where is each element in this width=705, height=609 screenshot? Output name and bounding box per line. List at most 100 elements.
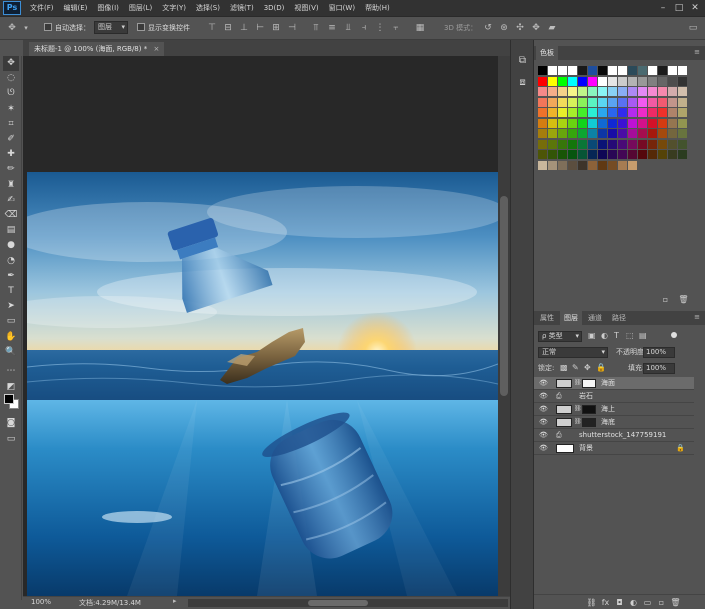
tab-paths[interactable]: 路径 <box>608 311 630 325</box>
color-swatch[interactable] <box>588 118 597 128</box>
color-swatch[interactable] <box>598 66 607 75</box>
color-swatch[interactable] <box>618 160 627 170</box>
color-swatch[interactable] <box>658 108 667 117</box>
workspace-icon[interactable]: ▭ <box>687 22 699 34</box>
blend-mode-dropdown[interactable]: 正常 ▾ <box>538 347 608 358</box>
menu-item-2[interactable]: 图像(I) <box>92 0 124 17</box>
color-swatch[interactable] <box>678 76 687 86</box>
color-swatch[interactable] <box>598 160 607 170</box>
layer-mask-icon[interactable]: ◘ <box>614 597 625 608</box>
color-swatch[interactable] <box>658 87 667 96</box>
layer-thumbnail[interactable] <box>556 418 572 427</box>
filter-pixel-icon[interactable]: ▣ <box>588 331 596 340</box>
align-vcenter-icon[interactable]: ⊟ <box>222 22 234 34</box>
layer-filter-dropdown[interactable]: ρ 类型 ▾ <box>538 331 582 342</box>
3d-scale-icon[interactable]: ▰ <box>546 22 558 34</box>
horizontal-scrollbar[interactable] <box>188 599 508 607</box>
filter-toggle-icon[interactable] <box>671 332 677 338</box>
color-swatch[interactable] <box>628 87 637 96</box>
stamp-tool-icon[interactable]: ♜ <box>3 178 19 193</box>
layer-row[interactable]: 👁 ⛓ 海底 <box>534 416 694 429</box>
new-layer-icon[interactable]: ▫ <box>656 597 667 608</box>
color-swatch[interactable] <box>578 76 587 86</box>
color-swatch[interactable] <box>668 66 677 75</box>
lock-transparent-icon[interactable]: ▩ <box>560 363 568 372</box>
close-tab-icon[interactable]: × <box>153 45 159 53</box>
mask-link-icon[interactable]: ⛓ <box>574 418 582 425</box>
color-swatch[interactable] <box>628 76 637 86</box>
color-swatch[interactable] <box>538 160 547 170</box>
trash-icon[interactable]: 🗑 <box>670 597 681 608</box>
visibility-eye-icon[interactable]: 👁 <box>539 431 548 440</box>
hand-tool-icon[interactable]: ✋ <box>3 330 19 345</box>
color-swatch[interactable] <box>588 108 597 117</box>
color-swatch[interactable] <box>588 97 597 107</box>
color-swatch[interactable] <box>638 150 647 159</box>
layer-style-icon[interactable]: fx <box>600 597 611 608</box>
color-swatch[interactable] <box>578 108 587 117</box>
align-bottom-icon[interactable]: ⊥ <box>238 22 250 34</box>
menu-item-6[interactable]: 滤镜(T) <box>225 0 259 17</box>
auto-align-icon[interactable]: ▦ <box>414 22 426 34</box>
color-swatch[interactable] <box>608 150 617 159</box>
status-menu-icon[interactable]: ▸ <box>173 597 177 605</box>
color-swatch[interactable] <box>658 150 667 159</box>
distribute-left-icon[interactable]: ⫞ <box>358 22 370 34</box>
color-swatch[interactable] <box>648 87 657 96</box>
color-swatch[interactable] <box>678 87 687 96</box>
crop-tool-icon[interactable]: ⌗ <box>3 117 19 132</box>
layer-thumbnail[interactable] <box>556 444 574 453</box>
visibility-eye-icon[interactable]: 👁 <box>539 405 548 414</box>
color-swatch[interactable] <box>598 139 607 149</box>
layer-row[interactable]: 👁 ⎙ shutterstock_147759191 <box>534 429 694 442</box>
menu-item-7[interactable]: 3D(D) <box>259 0 290 17</box>
color-swatch[interactable] <box>628 118 637 128</box>
color-swatch[interactable] <box>568 87 577 96</box>
color-swatch[interactable] <box>638 108 647 117</box>
color-swatch[interactable] <box>588 150 597 159</box>
tab-channels[interactable]: 通道 <box>584 311 606 325</box>
history-icon[interactable]: ⧉ <box>516 54 529 67</box>
distribute-right-icon[interactable]: ⫟ <box>390 22 402 34</box>
color-swatch[interactable] <box>538 108 547 117</box>
3d-slide-icon[interactable]: ✥ <box>530 22 542 34</box>
color-swatch[interactable] <box>538 150 547 159</box>
scroll-thumb[interactable] <box>500 196 508 396</box>
color-swatch[interactable] <box>568 66 577 75</box>
color-swatch[interactable] <box>658 76 667 86</box>
color-swatch[interactable] <box>598 118 607 128</box>
color-swatch[interactable] <box>578 160 587 170</box>
color-swatch[interactable] <box>548 87 557 96</box>
tab-swatches[interactable]: 色板 <box>536 46 558 60</box>
lock-image-icon[interactable]: ✎ <box>572 363 579 372</box>
color-swatch[interactable] <box>638 139 647 149</box>
layer-row[interactable]: 👁 ⛓ 海上 <box>534 403 694 416</box>
menu-item-1[interactable]: 编辑(E) <box>59 0 93 17</box>
lock-all-icon[interactable]: 🔒 <box>596 363 606 372</box>
lock-position-icon[interactable]: ✥ <box>584 363 591 372</box>
menu-item-9[interactable]: 窗口(W) <box>324 0 360 17</box>
color-swatch[interactable] <box>648 150 657 159</box>
color-swatch[interactable] <box>538 87 547 96</box>
color-swatch[interactable] <box>608 87 617 96</box>
color-swatch[interactable] <box>618 150 627 159</box>
auto-select-checkbox[interactable] <box>44 23 52 31</box>
menu-item-0[interactable]: 文件(F) <box>25 0 59 17</box>
color-swatch[interactable] <box>588 129 597 138</box>
fill-input[interactable]: 100% <box>643 363 675 374</box>
color-swatch[interactable] <box>568 118 577 128</box>
move-tool-icon[interactable]: ✥ <box>6 22 18 34</box>
color-swatch[interactable] <box>608 118 617 128</box>
menu-item-8[interactable]: 视图(V) <box>289 0 323 17</box>
color-swatch[interactable] <box>548 76 557 86</box>
filter-type-icon[interactable]: T <box>614 331 619 340</box>
color-swatch[interactable] <box>618 118 627 128</box>
more-tools-icon[interactable]: ⋯ <box>3 364 19 379</box>
distribute-top-icon[interactable]: ⫪ <box>310 22 322 34</box>
color-swatch[interactable] <box>628 129 637 138</box>
color-swatch[interactable] <box>568 76 577 86</box>
color-swatch[interactable] <box>538 129 547 138</box>
color-swatch[interactable] <box>548 139 557 149</box>
color-swatch[interactable] <box>558 139 567 149</box>
document-canvas[interactable] <box>27 172 498 596</box>
